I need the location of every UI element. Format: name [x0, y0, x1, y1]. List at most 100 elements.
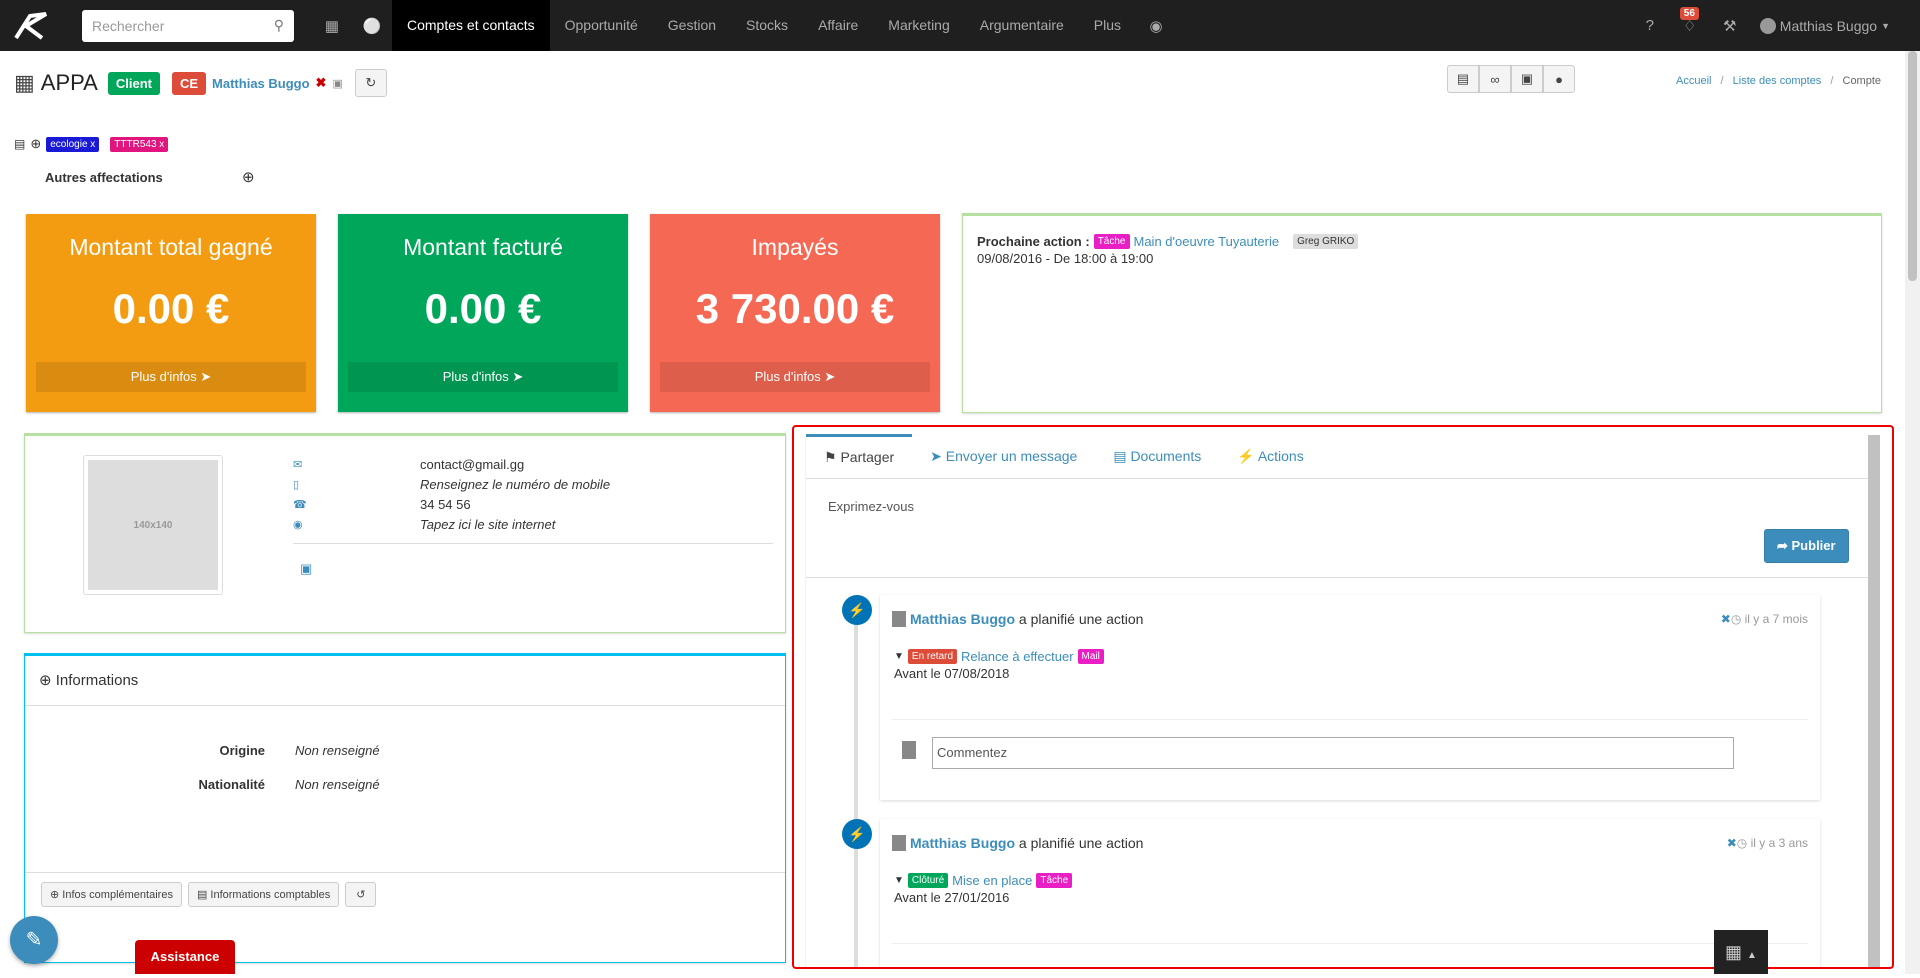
breadcrumb-liste-comptes[interactable]: Liste des comptes [1733, 75, 1822, 87]
edit-fab-button[interactable]: ✎ [10, 916, 58, 964]
delete-icon[interactable]: ✖ [1721, 612, 1731, 626]
phone-icon: ☎ [293, 499, 307, 511]
kpi-more-link[interactable]: Plus d'infos ➤ [36, 362, 306, 392]
nav-stocks[interactable]: Stocks [731, 0, 803, 51]
info-plus-icon[interactable]: ⊕ [39, 672, 52, 689]
owner-link[interactable]: Matthias Buggo [212, 76, 310, 91]
informations-comptables-button[interactable]: ▤ Informations comptables [187, 882, 340, 907]
nationalite-label: Nationalité [198, 777, 265, 792]
calendar-widget-button[interactable]: ▦ ▲ [1714, 930, 1768, 974]
nav-comptes-contacts[interactable]: Comptes et contacts [392, 0, 550, 51]
chevron-down-icon[interactable]: ▼ [894, 875, 904, 886]
tab-documents[interactable]: ▤ Documents [1095, 434, 1219, 478]
dashboard-icon[interactable]: ◉ [1136, 17, 1176, 35]
header-toolbar: ▤ ∞ ▣ ● [1447, 65, 1575, 93]
publish-button[interactable]: ➦ Publier [1764, 529, 1849, 563]
kpi-total-gagne: Montant total gagné 0.00 € Plus d'infos … [26, 214, 316, 412]
assistance-button[interactable]: Assistance [135, 940, 235, 974]
tab-actions[interactable]: ⚡ Actions [1219, 434, 1321, 478]
kpi-value: 0.00 € [424, 285, 542, 332]
trash-icon[interactable]: ▣ [1511, 65, 1543, 93]
chevron-down-icon[interactable]: ▼ [894, 651, 904, 662]
remove-owner-icon[interactable]: ✖ [316, 75, 327, 91]
origine-value[interactable]: Non renseigné [295, 734, 380, 768]
contact-email[interactable]: contact@gmail.gg [420, 455, 610, 475]
lightbulb-icon[interactable]: ⚪ [352, 17, 392, 35]
clock-icon: ◷ [1730, 612, 1742, 626]
next-action-box: Prochaine action : Tâche Main d'oeuvre T… [962, 213, 1882, 413]
avatar-placeholder: 140x140 [83, 455, 223, 595]
refresh-button[interactable]: ↻ [354, 69, 387, 97]
contact-phone[interactable]: 34 54 56 [420, 495, 610, 515]
account-title: ▦ APPA Client CE Matthias Buggo ✖ ▣ ↻ [14, 69, 387, 97]
tab-envoyer-message[interactable]: ➤ Envoyer un message [912, 434, 1095, 478]
user-name: Matthias Buggo [1779, 17, 1878, 34]
caret-down-icon: ▼ [1881, 20, 1890, 31]
type-badge: Tâche [1036, 873, 1073, 888]
feed-scrollbar[interactable] [1868, 435, 1880, 967]
contact-website[interactable]: Tapez ici le site internet [420, 515, 610, 535]
nav-opportunite[interactable]: Opportunité [550, 0, 653, 51]
feed-user-link[interactable]: Matthias Buggo [910, 611, 1015, 627]
user-menu[interactable]: Matthias Buggo ▼ [1750, 17, 1920, 34]
timeline-item: Matthias Buggo a planifié une action ✖◷ … [880, 595, 1820, 800]
nav-gestion[interactable]: Gestion [653, 0, 731, 51]
autres-affectations: Autres affectations [45, 170, 163, 185]
tab-partager[interactable]: ⚑ Partager [806, 434, 913, 478]
nav-argumentaire[interactable]: Argumentaire [965, 0, 1079, 51]
map-marker-icon[interactable]: ● [1543, 65, 1575, 93]
ce-badge: CE [171, 71, 207, 95]
add-tag-icon[interactable]: ⊕ [30, 136, 41, 152]
breadcrumb-compte: Compte [1842, 75, 1882, 87]
bolt-icon: ⚡ [842, 819, 872, 849]
action-title-link[interactable]: Relance à effectuer [961, 649, 1074, 664]
due-date: Avant le 07/08/2018 [894, 666, 1010, 681]
share-input[interactable]: Exprimez-vous [806, 479, 1868, 534]
pdf-icon[interactable]: ▤ [1447, 65, 1479, 93]
page-header: ▦ APPA Client CE Matthias Buggo ✖ ▣ ↻ ▤ … [0, 51, 1905, 117]
card-icon[interactable]: ▣ [332, 77, 342, 90]
infos-complementaires-button[interactable]: ⊕ Infos complémentaires [41, 882, 182, 907]
wrench-icon[interactable]: ⚒ [1710, 17, 1750, 35]
next-action-title[interactable]: Main d'oeuvre Tuyauterie [1134, 234, 1280, 249]
breadcrumb-accueil[interactable]: Accueil [1676, 75, 1711, 87]
kpi-more-link[interactable]: Plus d'infos ➤ [348, 362, 618, 392]
contact-mobile[interactable]: Renseignez le numéro de mobile [420, 475, 610, 495]
delete-icon[interactable]: ✖ [1727, 836, 1737, 850]
feed-time: il y a 3 ans [1750, 836, 1808, 850]
nav-marketing[interactable]: Marketing [873, 0, 964, 51]
kpi-value: 0.00 € [112, 285, 230, 332]
due-date: Avant le 27/01/2016 [894, 890, 1010, 905]
history-button[interactable]: ↺ [345, 882, 377, 907]
bell-icon[interactable]: ♢ 56 [1670, 6, 1710, 35]
client-badge: Client [107, 71, 160, 95]
help-icon[interactable]: ? [1630, 17, 1670, 34]
link-icon[interactable]: ∞ [1479, 65, 1511, 93]
calendar-icon[interactable]: ▦ [312, 17, 352, 35]
vcard-icon[interactable]: ▣ [300, 561, 312, 577]
comment-avatar [902, 741, 916, 759]
next-action-label: Prochaine action : [977, 234, 1090, 249]
comment-input[interactable]: Commentez [932, 737, 1734, 769]
page-scrollbar[interactable] [1905, 51, 1920, 974]
feed-user-link[interactable]: Matthias Buggo [910, 835, 1015, 851]
tag-tttr543[interactable]: TTTR543 x [110, 136, 169, 152]
search-input[interactable]: Rechercher ⚲ [82, 9, 294, 42]
archive-icon[interactable]: ▤ [14, 137, 25, 151]
nationalite-value[interactable]: Non renseigné [295, 768, 380, 802]
action-title-link[interactable]: Mise en place [952, 873, 1032, 888]
mobile-icon: ▯ [293, 479, 300, 491]
envelope-icon: ✉ [293, 459, 303, 471]
user-avatar [892, 611, 906, 627]
search-icon[interactable]: ⚲ [274, 17, 284, 34]
nav-affaire[interactable]: Affaire [803, 0, 873, 51]
action-type-badge: Tâche [1093, 234, 1130, 249]
user-avatar [892, 835, 906, 851]
kpi-more-link[interactable]: Plus d'infos ➤ [660, 362, 930, 392]
nav-plus[interactable]: Plus [1079, 0, 1136, 51]
notification-badge: 56 [1679, 6, 1699, 20]
app-logo[interactable] [0, 0, 60, 51]
timeline-item: Matthias Buggo a planifié une action ✖◷ … [880, 819, 1820, 967]
tag-ecologie[interactable]: ecologie x [46, 136, 100, 152]
add-affectation-icon[interactable]: ⊕ [242, 168, 255, 186]
